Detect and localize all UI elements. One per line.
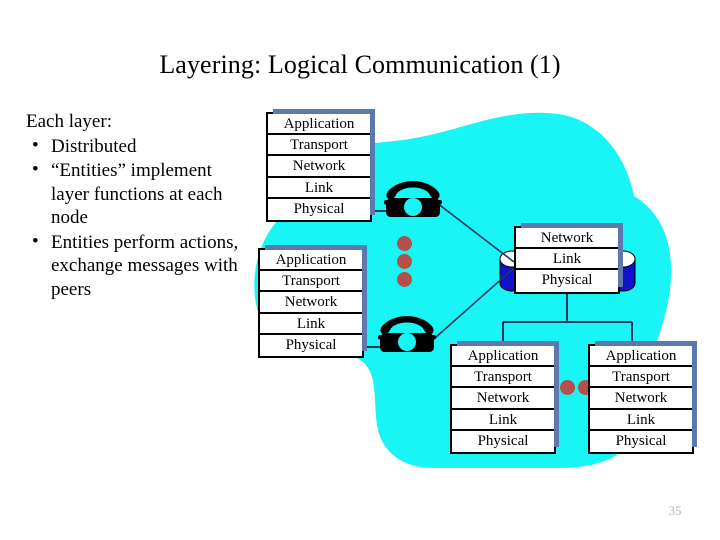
layer-network: Network	[260, 292, 362, 314]
layer-transport: Transport	[260, 271, 362, 293]
list-item-label: Distributed	[51, 135, 137, 157]
bullet-glyph-icon: •	[32, 230, 39, 252]
router-stack: Network Link Physical	[514, 223, 623, 294]
layer-application: Application	[452, 346, 554, 368]
list-item: • Entities perform actions, exchange mes…	[26, 231, 248, 302]
ellipsis-dot-icon	[397, 272, 412, 287]
bullet-glyph-icon: •	[32, 134, 39, 156]
layer-application: Application	[590, 346, 692, 368]
layer-application: Application	[268, 114, 370, 136]
list-item-label: “Entities” implement layer functions at …	[51, 160, 223, 228]
layer-network: Network	[516, 228, 618, 250]
layer-network: Network	[268, 156, 370, 178]
layer-network: Network	[452, 388, 554, 410]
ellipsis-dot-icon	[560, 380, 575, 395]
layer-link: Link	[590, 409, 692, 431]
layer-link: Link	[452, 409, 554, 431]
slide-canvas: Layering: Logical Communication (1) Each…	[0, 0, 720, 540]
end-host-stack-mid-left: Application Transport Network Link Physi…	[258, 245, 367, 358]
ellipsis-dot-icon	[397, 254, 412, 269]
layer-physical: Physical	[268, 198, 370, 220]
layer-link: Link	[268, 177, 370, 199]
telephone-icon	[378, 313, 436, 355]
list-item-label: Entities perform actions, exchange messa…	[51, 231, 239, 300]
end-host-stack-bottom-right: Application Transport Network Link Physi…	[588, 341, 697, 454]
page-title: Layering: Logical Communication (1)	[159, 50, 561, 79]
layer-application: Application	[260, 250, 362, 272]
ellipsis-dot-icon	[397, 236, 412, 251]
layer-transport: Transport	[268, 135, 370, 157]
layer-physical: Physical	[590, 430, 692, 452]
list-item: • “Entities” implement layer functions a…	[26, 159, 248, 230]
list-item: • Distributed	[26, 135, 248, 159]
body-text-block: Each layer: • Distributed • “Entities” i…	[26, 110, 248, 302]
layer-link: Link	[516, 249, 618, 271]
layer-transport: Transport	[590, 367, 692, 389]
end-host-stack-top-left: Application Transport Network Link Physi…	[266, 109, 375, 222]
layer-transport: Transport	[452, 367, 554, 389]
layer-network: Network	[590, 388, 692, 410]
layer-physical: Physical	[260, 334, 362, 356]
layer-physical: Physical	[516, 270, 618, 292]
layer-physical: Physical	[452, 430, 554, 452]
page-number: 35	[668, 503, 682, 518]
telephone-icon	[384, 178, 442, 220]
end-host-stack-bottom-center: Application Transport Network Link Physi…	[450, 341, 559, 454]
layer-link: Link	[260, 313, 362, 335]
body-lead-text: Each layer:	[26, 111, 112, 132]
bullet-list: • Distributed • “Entities” implement lay…	[26, 135, 248, 302]
bullet-glyph-icon: •	[32, 159, 39, 180]
